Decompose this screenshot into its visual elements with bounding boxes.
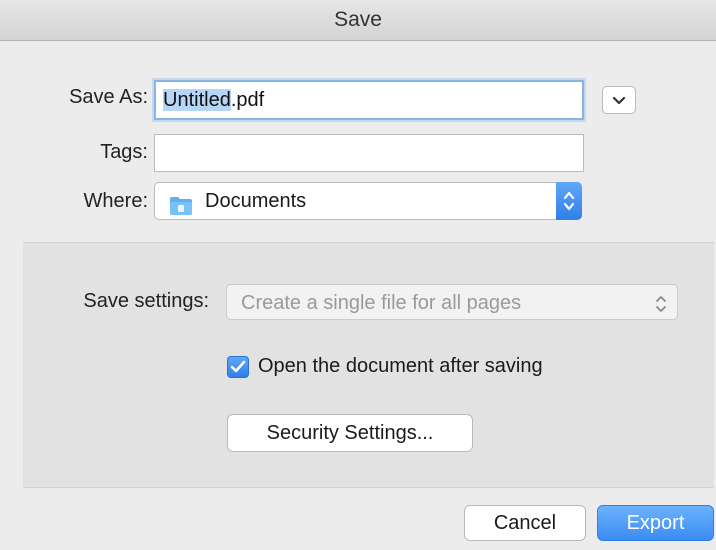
where-value: Documents xyxy=(205,190,307,212)
filename-extension: .pdf xyxy=(230,89,265,111)
filename-input[interactable]: Untitled.pdf xyxy=(154,80,584,120)
open-after-label: Open the document after saving xyxy=(258,355,543,377)
tags-label: Tags: xyxy=(100,141,148,163)
folder-icon xyxy=(169,192,193,215)
save-dialog: Save Save As: Untitled.pdf Tags: Where: … xyxy=(0,0,716,550)
filename-selected-text: Untitled xyxy=(163,89,231,111)
open-after-checkbox[interactable] xyxy=(227,356,249,378)
updown-arrows-icon xyxy=(655,291,667,327)
chevron-down-icon xyxy=(612,96,626,105)
save-as-label: Save As: xyxy=(69,86,148,108)
cancel-button[interactable]: Cancel xyxy=(464,505,586,541)
save-settings-value: Create a single file for all pages xyxy=(241,292,522,314)
checkmark-icon xyxy=(230,360,246,373)
export-button[interactable]: Export xyxy=(597,505,714,541)
expand-button[interactable] xyxy=(602,86,636,114)
popup-stepper-icon xyxy=(556,182,582,220)
security-settings-button[interactable]: Security Settings... xyxy=(227,414,473,452)
save-settings-popup[interactable]: Create a single file for all pages xyxy=(226,284,678,320)
where-popup[interactable]: Documents xyxy=(154,182,582,220)
where-label: Where: xyxy=(83,190,148,212)
window-title: Save xyxy=(0,0,716,41)
tags-input[interactable] xyxy=(154,134,584,172)
save-settings-label: Save settings: xyxy=(83,290,209,312)
